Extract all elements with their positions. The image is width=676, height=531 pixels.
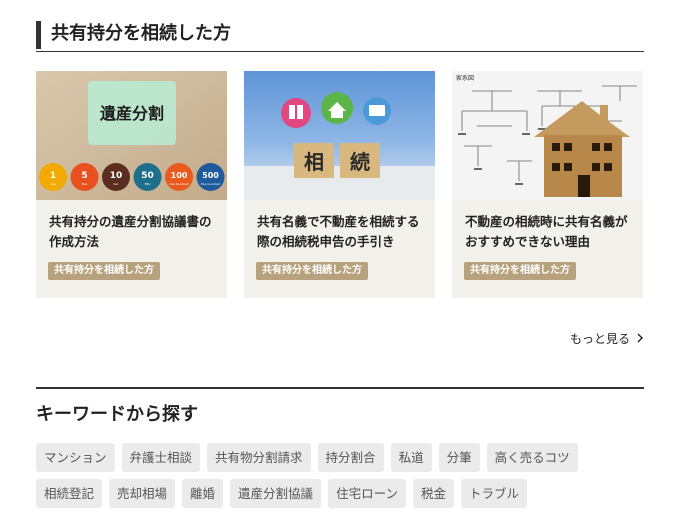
keyword-chip[interactable]: 私道 [390, 443, 432, 472]
coin-value: 50 [141, 171, 154, 181]
coin-value: 10 [110, 171, 123, 181]
block-char: 続 [350, 150, 370, 174]
keyword-chip[interactable]: 弁護士相談 [121, 443, 201, 472]
article-title[interactable]: 共有持分の遺産分割協議書の作成方法 [49, 212, 219, 252]
coin-sub: fifty [145, 182, 151, 186]
coin-value: 500 [202, 171, 219, 180]
keyword-row: 相続登記 売却相場 離婚 遺産分割協議 住宅ローン 税金 トラブル [36, 479, 527, 508]
article-card[interactable]: 遺産分割 1 one 5 five 10 ten 50 fifty 100 one hundred… [36, 71, 227, 298]
keyword-chip[interactable]: 住宅ローン [328, 479, 406, 508]
more-link-label: もっと見る [569, 332, 630, 346]
thumb-caption-text: 遺産分割 [100, 104, 164, 123]
coin-sub: one [50, 182, 56, 186]
block-char: 相 [304, 150, 324, 174]
coin-value: 1 [50, 171, 56, 181]
keyword-chip[interactable]: 分筆 [438, 443, 480, 472]
category-tag[interactable]: 共有持分を相続した方 [48, 262, 160, 280]
coin-value: 5 [81, 171, 87, 181]
section-header: 共有持分を相続した方 [36, 19, 644, 52]
keyword-chip[interactable]: トラブル [460, 479, 527, 508]
category-tag[interactable]: 共有持分を相続した方 [464, 262, 576, 280]
keyword-chip[interactable]: 税金 [412, 479, 454, 508]
keyword-chip[interactable]: マンション [36, 443, 115, 472]
article-title[interactable]: 不動産の相続時に共有名義がおすすめできない理由 [465, 212, 635, 252]
article-card[interactable]: 相 続 共有名義で不動産を相続する際の相続税申告の手引き 共有持分を相続した方 [244, 71, 435, 298]
keyword-chip[interactable]: 共有物分割請求 [207, 443, 311, 472]
keyword-row: マンション 弁護士相談 共有物分割請求 持分割合 私道 分筆 高く売るコツ [36, 443, 578, 472]
keyword-chip[interactable]: 相続登記 [36, 479, 103, 508]
coin-sub: one hundred [169, 182, 188, 186]
keyword-chip[interactable]: 持分割合 [317, 443, 384, 472]
chevron-right-icon [636, 329, 644, 349]
article-thumbnail: 遺産分割 1 one 5 five 10 ten 50 fifty 100 one hundred… [36, 71, 227, 200]
divider [36, 387, 644, 389]
thumb-caption-text: 家系図 [456, 74, 474, 82]
keywords-title: キーワードから探す [36, 404, 198, 425]
category-tag[interactable]: 共有持分を相続した方 [256, 262, 368, 280]
coin-sub: ten [114, 182, 119, 186]
section-header-bar [36, 21, 41, 49]
article-thumbnail: 相 続 [244, 71, 435, 200]
article-thumbnail: 家系図 [452, 71, 643, 200]
section-title: 共有持分を相続した方 [51, 23, 231, 44]
keyword-chip[interactable]: 売却相場 [109, 479, 176, 508]
article-title[interactable]: 共有名義で不動産を相続する際の相続税申告の手引き [257, 212, 427, 252]
coin-value: 100 [171, 171, 188, 180]
coin-sub: five hundred [201, 182, 220, 186]
article-card[interactable]: 家系図 不動産の相続時に共有名義がおすすめできない理由 共有持分を相続した方 [452, 71, 643, 298]
more-link[interactable]: もっと見る [570, 329, 644, 349]
coin-sub: five [82, 182, 88, 186]
keyword-chip[interactable]: 離婚 [182, 479, 224, 508]
keyword-chip[interactable]: 高く売るコツ [486, 443, 578, 472]
keyword-chip[interactable]: 遺産分割協議 [230, 479, 322, 508]
